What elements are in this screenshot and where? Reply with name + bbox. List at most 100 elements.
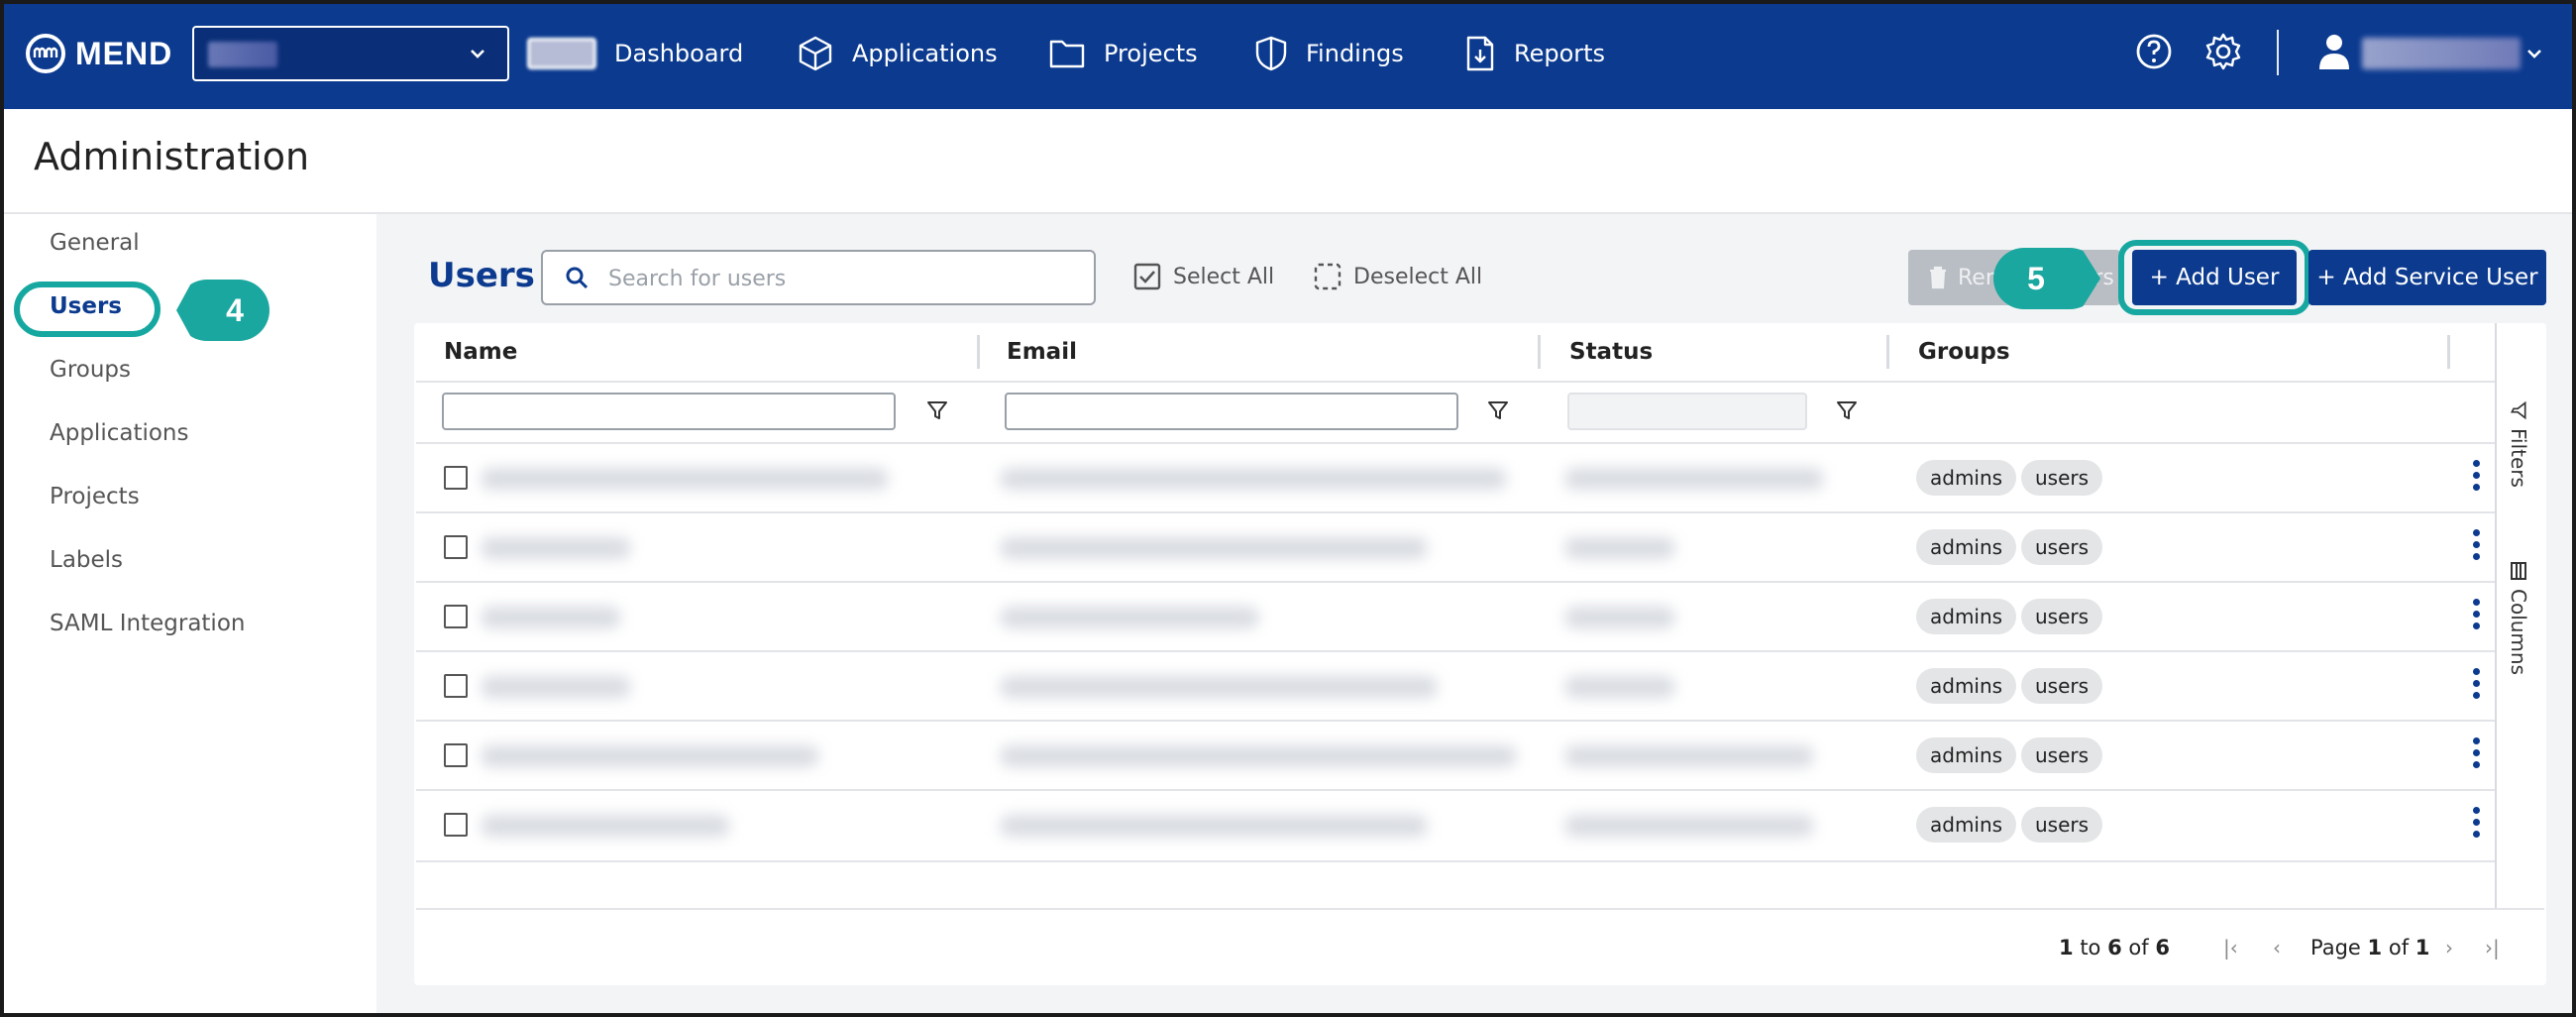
sidebar-item-groups[interactable]: Groups (50, 357, 131, 383)
user-name-redacted (2362, 38, 2521, 69)
select-all-label: Select All (1173, 264, 1275, 289)
step-5-callout: 5 (1993, 248, 2100, 309)
sidebar-item-labels[interactable]: Labels (50, 547, 123, 573)
redacted-email (1001, 468, 1506, 490)
column-resizer[interactable] (1886, 335, 1889, 369)
row-actions-kebab-icon[interactable] (2473, 529, 2481, 565)
group-tag-users: users (2021, 668, 2103, 704)
filter-icon[interactable] (1486, 398, 1510, 422)
first-page-icon[interactable]: |‹ (2223, 936, 2238, 960)
row-divider (416, 511, 2495, 513)
row-divider (416, 650, 2495, 652)
report-icon (1466, 36, 1494, 71)
dashboard-icon (527, 38, 596, 69)
columns-icon (2511, 562, 2526, 580)
nav-projects[interactable]: Projects (1048, 30, 1198, 77)
shield-icon (1255, 36, 1287, 71)
redacted-email (1001, 607, 1258, 628)
nav-projects-label: Projects (1104, 40, 1198, 67)
group-tag-users: users (2021, 807, 2103, 843)
next-page-icon[interactable]: › (2445, 936, 2453, 960)
row-divider (416, 789, 2495, 791)
checkbox-dashed-icon (1314, 263, 1342, 290)
row-divider (416, 581, 2495, 583)
columns-side-tab-label: Columns (2507, 589, 2530, 676)
user-search-box[interactable] (541, 250, 1096, 305)
row-checkbox[interactable] (444, 605, 468, 628)
nav-dashboard[interactable]: Dashboard (527, 30, 743, 77)
last-page-icon[interactable]: ›| (2485, 936, 2500, 960)
range-start: 1 (2059, 936, 2074, 960)
current-page: 1 (2367, 936, 2383, 960)
filters-side-tab[interactable]: Filters (2507, 400, 2530, 488)
redacted-name (482, 745, 818, 767)
column-header-name[interactable]: Name (444, 339, 517, 365)
row-checkbox[interactable] (444, 535, 468, 559)
row-actions-kebab-icon[interactable] (2473, 460, 2481, 496)
column-header-email[interactable]: Email (1007, 339, 1077, 365)
search-icon (566, 267, 589, 289)
checkbox-checked-icon (1133, 263, 1161, 290)
redacted-email (1001, 676, 1437, 698)
range-end: 6 (2107, 936, 2122, 960)
nav-applications[interactable]: Applications (797, 30, 998, 77)
row-actions-kebab-icon[interactable] (2473, 737, 2481, 773)
add-user-highlight-ring (2118, 240, 2310, 315)
column-resizer[interactable] (1538, 335, 1541, 369)
add-service-user-button[interactable]: + Add Service User (2308, 250, 2546, 305)
chevron-down-icon (471, 50, 484, 58)
row-actions-kebab-icon[interactable] (2473, 807, 2481, 843)
user-icon[interactable] (2316, 32, 2352, 71)
row-checkbox[interactable] (444, 813, 468, 837)
total-count: 6 (2155, 936, 2170, 960)
redacted-name (482, 468, 888, 490)
users-highlight-ring (14, 282, 161, 337)
row-actions-kebab-icon[interactable] (2473, 599, 2481, 634)
nav-dashboard-label: Dashboard (614, 40, 744, 67)
row-checkbox[interactable] (444, 466, 468, 490)
select-all-button[interactable]: Select All (1133, 260, 1274, 293)
header-row-divider (416, 381, 2495, 383)
organization-selector[interactable] (192, 26, 509, 81)
redacted-status (1565, 745, 1813, 767)
previous-page-icon[interactable]: ‹ (2273, 936, 2281, 960)
sidebar-item-projects[interactable]: Projects (50, 484, 140, 509)
column-resizer[interactable] (977, 335, 980, 369)
group-tag-users: users (2021, 529, 2103, 565)
search-input[interactable] (608, 264, 1074, 293)
nav-findings-label: Findings (1306, 40, 1404, 67)
redacted-status (1565, 537, 1674, 559)
columns-side-tab[interactable]: Columns (2507, 561, 2530, 675)
filter-icon[interactable] (1835, 398, 1859, 422)
row-divider (416, 860, 2495, 862)
sidebar-item-saml-integration[interactable]: SAML Integration (50, 611, 245, 636)
deselect-all-button[interactable]: Deselect All (1314, 260, 1482, 293)
redacted-name (482, 537, 630, 559)
status-filter-input[interactable] (1567, 393, 1807, 430)
user-menu-chevron-icon[interactable] (2522, 42, 2546, 65)
column-resizer[interactable] (2447, 335, 2450, 369)
name-filter-input[interactable] (442, 393, 896, 430)
nav-reports[interactable]: Reports (1464, 30, 1605, 77)
folder-icon (1049, 40, 1085, 68)
group-tag-admins: admins (1916, 460, 2017, 496)
help-icon[interactable] (2134, 32, 2174, 71)
range-to-word: to (2080, 936, 2101, 960)
row-checkbox[interactable] (444, 743, 468, 767)
organization-name-redacted (208, 42, 277, 67)
email-filter-input[interactable] (1005, 393, 1458, 430)
nav-findings[interactable]: Findings (1254, 30, 1404, 77)
redacted-email (1001, 537, 1427, 559)
gear-icon[interactable] (2203, 32, 2243, 71)
filter-icon[interactable] (925, 398, 949, 422)
column-header-groups[interactable]: Groups (1918, 339, 2010, 365)
mend-logo[interactable]: MEND (26, 32, 172, 75)
column-header-status[interactable]: Status (1569, 339, 1653, 365)
row-actions-kebab-icon[interactable] (2473, 668, 2481, 704)
row-checkbox[interactable] (444, 674, 468, 698)
group-tag-users: users (2021, 599, 2103, 634)
redacted-status (1565, 815, 1813, 837)
group-tag-admins: admins (1916, 668, 2017, 704)
sidebar-item-general[interactable]: General (50, 230, 140, 256)
sidebar-item-applications[interactable]: Applications (50, 420, 189, 446)
